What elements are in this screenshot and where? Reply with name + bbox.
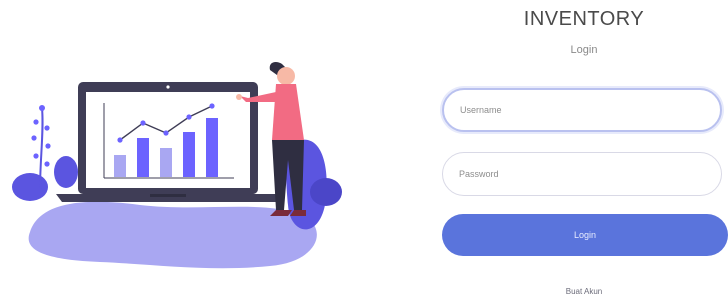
app-title: INVENTORY [523, 8, 645, 30]
login-button[interactable]: Login [442, 214, 728, 256]
username-input[interactable] [442, 88, 722, 132]
right-blob-small [310, 178, 342, 206]
login-illustration [0, 0, 360, 302]
ground-blob [28, 201, 317, 269]
presentation-illustration [12, 62, 342, 269]
left-blob [12, 173, 48, 201]
left-blob-small [54, 156, 78, 188]
login-form: INVENTORY Login Login Buat Akun [440, 0, 728, 302]
password-input[interactable] [442, 152, 722, 196]
login-subtitle: Login [570, 44, 598, 56]
register-link[interactable]: Buat Akun [440, 287, 728, 296]
